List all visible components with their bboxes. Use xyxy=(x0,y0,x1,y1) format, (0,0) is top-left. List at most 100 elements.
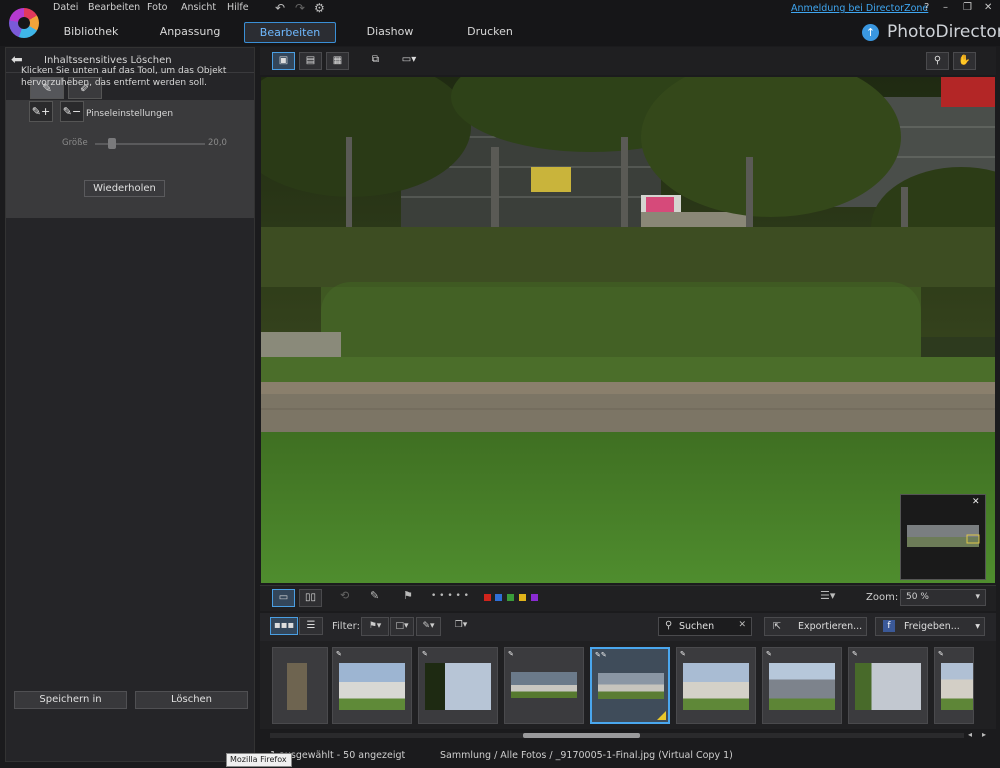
export-label: Exportieren... xyxy=(798,621,863,632)
sort-icon[interactable]: ☰▾ xyxy=(820,589,835,602)
zoom-value: 50 % xyxy=(906,592,929,602)
edited-icon: ✎✎ xyxy=(595,651,607,659)
stack-dropdown[interactable]: ❐▾ xyxy=(450,617,472,636)
filmstrip-thumb[interactable]: ✎ xyxy=(418,647,498,724)
single-photo-view-button[interactable]: ▭ xyxy=(272,589,295,607)
rotate-view-icon[interactable]: ⧉ xyxy=(364,52,387,70)
brush-erase-button[interactable]: ✎− xyxy=(60,101,84,122)
filmstrip-thumb[interactable]: ✎ xyxy=(676,647,756,724)
thumb-image xyxy=(598,673,664,699)
scroll-left-icon[interactable]: ◂ xyxy=(968,730,972,739)
menu-photo[interactable]: Foto xyxy=(147,2,167,13)
firefox-tooltip: Mozilla Firefox xyxy=(226,753,292,767)
tab-slideshow[interactable]: Diashow xyxy=(360,22,420,43)
chevron-down-icon: ▾ xyxy=(975,621,980,632)
color-label-purple[interactable] xyxy=(531,594,538,601)
main-photo[interactable] xyxy=(261,77,995,583)
compare-view-button[interactable]: ▯▯ xyxy=(299,589,322,607)
filmstrip-thumb[interactable]: ✎ xyxy=(934,647,974,724)
list-view-button[interactable]: ☰ xyxy=(299,617,323,635)
color-label-green[interactable] xyxy=(507,594,514,601)
zoom-label: Zoom: xyxy=(866,592,899,603)
edited-icon: ✎ xyxy=(336,650,342,658)
close-icon[interactable]: ✕ xyxy=(972,497,980,507)
photo-image xyxy=(261,77,995,583)
menu-edit[interactable]: Bearbeiten xyxy=(88,2,140,13)
filter-color-dropdown[interactable]: □▾ xyxy=(390,617,414,636)
rating-dots[interactable]: • • • • • xyxy=(431,591,469,601)
edited-icon: ✎ xyxy=(938,650,944,658)
view-grid-button[interactable]: ▦ xyxy=(326,52,349,70)
instruction-text: Klicken Sie unten auf das Tool, um das O… xyxy=(21,66,227,88)
filmstrip-thumb[interactable] xyxy=(272,647,328,724)
clear-search-icon[interactable]: ✕ xyxy=(738,620,746,630)
delete-button[interactable]: Löschen xyxy=(135,691,248,709)
display-dropdown-icon[interactable]: ▭▾ xyxy=(396,52,422,70)
color-label-yellow[interactable] xyxy=(519,594,526,601)
filter-edit-dropdown[interactable]: ✎▾ xyxy=(416,617,441,636)
hand-icon[interactable]: ✋ xyxy=(953,52,976,70)
brand-arrow-icon: ↑ xyxy=(862,24,879,41)
brush-add-button[interactable]: ✎+ xyxy=(29,101,53,122)
edited-icon: ✎ xyxy=(508,650,514,658)
minimize-button[interactable]: – xyxy=(943,2,948,13)
redo-icon[interactable]: ↷ xyxy=(295,1,305,15)
tab-edit[interactable]: Bearbeiten xyxy=(244,22,336,43)
thumb-image xyxy=(339,663,405,710)
zoom-select[interactable]: 50 % ▾ xyxy=(900,589,986,606)
maximize-button[interactable]: ❐ xyxy=(963,2,972,13)
menu-view[interactable]: Ansicht xyxy=(181,2,216,13)
filmstrip-thumb[interactable]: ✎ xyxy=(504,647,584,724)
edited-icon: ✎ xyxy=(852,650,858,658)
save-in-button[interactable]: Speichern in xyxy=(14,691,127,709)
color-label-red[interactable] xyxy=(484,594,491,601)
tab-adjust[interactable]: Anpassung xyxy=(155,22,225,43)
filter-label: Filter: xyxy=(332,621,360,632)
rotate-icon[interactable]: ⟲ xyxy=(340,589,349,602)
size-value: 20,0 xyxy=(208,138,227,148)
edited-icon: ✎ xyxy=(422,650,428,658)
filmstrip-thumb-selected[interactable]: ✎✎ xyxy=(590,647,670,724)
thumb-image xyxy=(287,663,307,710)
navigator-image xyxy=(907,525,980,547)
tab-print[interactable]: Drucken xyxy=(460,22,520,43)
menu-help[interactable]: Hilfe xyxy=(227,2,249,13)
thumbnail-view-button[interactable]: ▪▪▪ xyxy=(270,617,298,635)
chevron-down-icon: ▾ xyxy=(975,592,980,602)
size-label: Größe xyxy=(62,138,88,148)
brand-name: PhotoDirector xyxy=(887,22,1000,42)
app-logo-icon xyxy=(9,8,39,38)
directorzone-signin-link[interactable]: Anmeldung bei DirectorZone xyxy=(791,3,928,14)
export-icon: ⇱ xyxy=(773,621,781,632)
status-bar: 1 ausgewählt - 50 angezeigt Sammlung / A… xyxy=(260,747,996,765)
help-button[interactable]: ? xyxy=(924,2,929,13)
flag-icon[interactable]: ⚑ xyxy=(403,589,413,602)
export-button[interactable]: ⇱ Exportieren... xyxy=(764,617,867,636)
scroll-right-icon[interactable]: ▸ xyxy=(982,730,986,739)
view-single-button[interactable]: ▣ xyxy=(272,52,295,70)
filter-flag-dropdown[interactable]: ⚑▾ xyxy=(361,617,389,636)
share-button[interactable]: f Freigeben... ▾ xyxy=(875,617,985,636)
redo-button[interactable]: Wiederholen xyxy=(84,180,165,197)
gear-icon[interactable]: ⚙ xyxy=(314,1,325,15)
view-compare-button[interactable]: ▤ xyxy=(299,52,322,70)
close-window-button[interactable]: ✕ xyxy=(984,2,992,13)
filmstrip-thumb[interactable]: ✎ xyxy=(848,647,928,724)
undo-icon[interactable]: ↶ xyxy=(275,1,285,15)
color-label-blue[interactable] xyxy=(495,594,502,601)
thumb-image xyxy=(769,663,835,710)
filmstrip-thumb[interactable]: ✎ xyxy=(762,647,842,724)
edited-icon: ✎ xyxy=(680,650,686,658)
search-icon: ⚲ xyxy=(665,620,673,631)
menu-file[interactable]: Datei xyxy=(53,2,78,13)
filmstrip-thumb[interactable]: ✎ xyxy=(332,647,412,724)
virtual-copy-marker-icon xyxy=(657,711,666,720)
tag-icon[interactable]: ✎ xyxy=(370,589,379,602)
brush-settings-label: Pinseleinstellungen xyxy=(86,109,174,119)
search-icon[interactable]: ⚲ xyxy=(926,52,949,70)
current-file-path: Sammlung / Alle Fotos / _9170005-1-Final… xyxy=(440,750,733,761)
filmstrip-scrollbar-thumb[interactable] xyxy=(523,733,640,738)
tab-library[interactable]: Bibliothek xyxy=(57,22,125,43)
size-slider-knob[interactable] xyxy=(107,138,116,149)
thumb-image xyxy=(941,663,973,710)
